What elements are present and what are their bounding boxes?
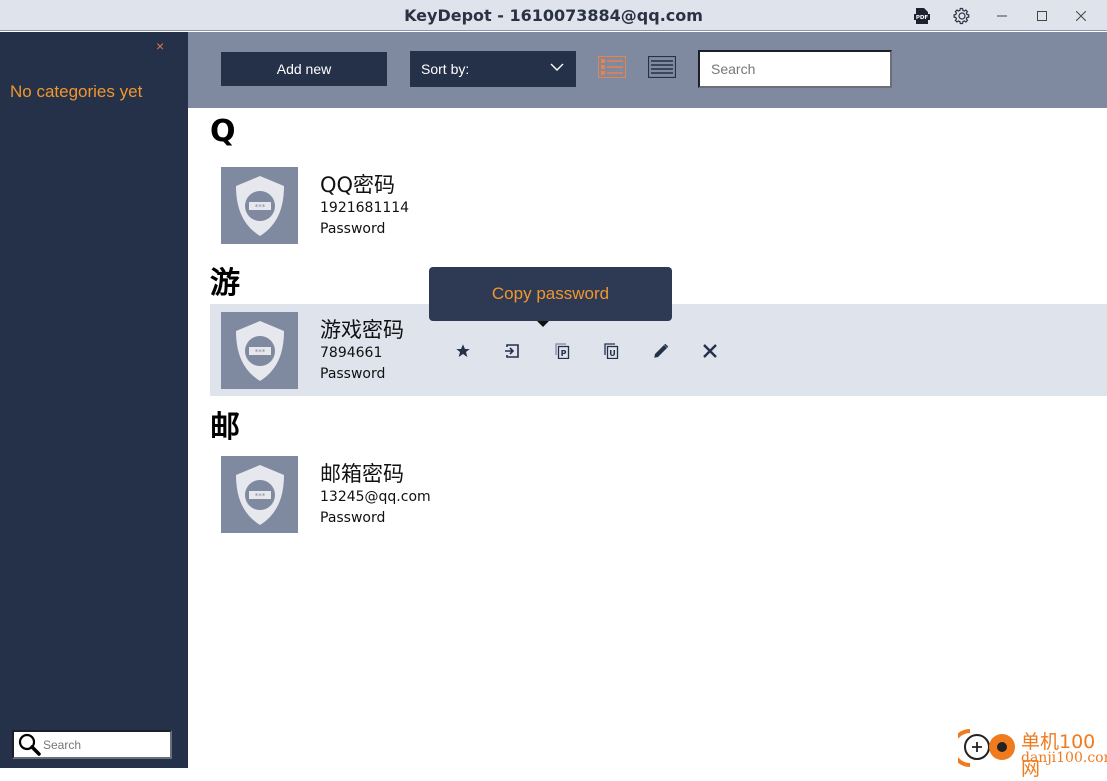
group-header: 游: [210, 266, 240, 301]
toolbar: Add new Sort by:: [188, 32, 1107, 108]
entry-list: Q *** QQ密码 1921681114 Password 游 *** 游戏密…: [188, 108, 1107, 768]
main-search-box[interactable]: [698, 50, 892, 88]
title-bar: KeyDepot - 1610073884@qq.com PDF: [0, 0, 1107, 31]
copy-password-tooltip: Copy password: [429, 267, 672, 327]
compact-list-icon: [647, 55, 677, 79]
entry-type: Password: [320, 510, 386, 526]
danji-logo-icon: [951, 729, 1015, 767]
sidebar-search-box[interactable]: [12, 730, 172, 759]
entry-type: Password: [320, 366, 386, 382]
shield-password-icon: ***: [235, 175, 284, 236]
entry-username: 1921681114: [320, 200, 410, 216]
favorite-button[interactable]: [438, 340, 488, 362]
detailed-list-view-button[interactable]: [598, 56, 626, 78]
entry-thumbnail: ***: [221, 456, 298, 533]
entry-name: 邮箱密码: [320, 462, 404, 486]
sort-by-dropdown[interactable]: Sort by:: [410, 51, 576, 87]
star-icon: [456, 344, 470, 357]
shield-password-icon: ***: [235, 464, 284, 525]
entry-actions: P U: [438, 340, 735, 362]
add-new-button[interactable]: Add new: [221, 52, 387, 86]
shield-password-icon: ***: [235, 320, 284, 381]
entry-name: 游戏密码: [320, 318, 404, 342]
copy-username-button[interactable]: U: [587, 340, 637, 362]
group-header: Q: [210, 114, 236, 149]
entry-username: 7894661: [320, 345, 383, 361]
minimize-icon: [997, 15, 1007, 17]
copy-password-icon: P: [555, 343, 569, 359]
sidebar-close-button[interactable]: ×: [156, 38, 164, 54]
close-icon: [1076, 11, 1086, 21]
entry-name: QQ密码: [320, 173, 396, 197]
svg-text:P: P: [560, 349, 566, 358]
window-title: KeyDepot - 1610073884@qq.com: [404, 6, 703, 25]
entry-thumbnail: ***: [221, 312, 298, 389]
search-icon: [18, 733, 41, 756]
svg-text:***: ***: [254, 492, 265, 500]
open-login-button[interactable]: [488, 340, 538, 362]
maximize-icon: [1037, 11, 1047, 21]
sidebar: × No categories yet: [0, 32, 188, 768]
maximize-button[interactable]: [1030, 4, 1054, 28]
sort-by-label: Sort by:: [421, 61, 470, 77]
entry-details: 游戏密码 7894661 Password: [320, 317, 404, 385]
detailed-list-icon: [598, 56, 626, 78]
settings-button[interactable]: [950, 4, 974, 28]
pencil-icon: [654, 343, 669, 358]
entry-type: Password: [320, 221, 386, 237]
entry-details: 邮箱密码 13245@qq.com Password: [320, 461, 431, 529]
no-categories-label: No categories yet: [10, 82, 143, 101]
pdf-export-button[interactable]: PDF: [910, 4, 934, 28]
chevron-down-icon: [550, 63, 564, 71]
edit-button[interactable]: [636, 340, 686, 362]
copy-password-button[interactable]: P: [537, 340, 587, 362]
close-window-button[interactable]: [1069, 4, 1093, 28]
pdf-icon: PDF: [914, 8, 930, 24]
entry-username: 13245@qq.com: [320, 489, 431, 505]
compact-list-view-button[interactable]: [647, 55, 677, 79]
svg-text:PDF: PDF: [916, 15, 929, 21]
group-header: 邮: [210, 410, 240, 445]
copy-username-icon: U: [604, 343, 619, 359]
watermark-text-url: danji100.com: [1021, 750, 1107, 766]
sidebar-search-input[interactable]: [43, 737, 163, 752]
list-item[interactable]: *** QQ密码 1921681114 Password: [210, 160, 1107, 252]
minimize-button[interactable]: [990, 4, 1014, 28]
svg-text:***: ***: [254, 203, 265, 211]
list-item[interactable]: *** 邮箱密码 13245@qq.com Password: [210, 449, 1107, 541]
entry-details: QQ密码 1921681114 Password: [320, 172, 409, 240]
svg-text:***: ***: [254, 348, 265, 356]
entry-thumbnail: ***: [221, 167, 298, 244]
main-search-input[interactable]: [700, 52, 890, 86]
login-icon: [505, 344, 520, 358]
gear-icon: [953, 7, 970, 25]
delete-x-icon: [703, 344, 718, 358]
delete-button[interactable]: [686, 340, 736, 362]
svg-text:U: U: [610, 349, 617, 358]
watermark-logo: 单机100网 danji100.com: [951, 725, 1107, 780]
